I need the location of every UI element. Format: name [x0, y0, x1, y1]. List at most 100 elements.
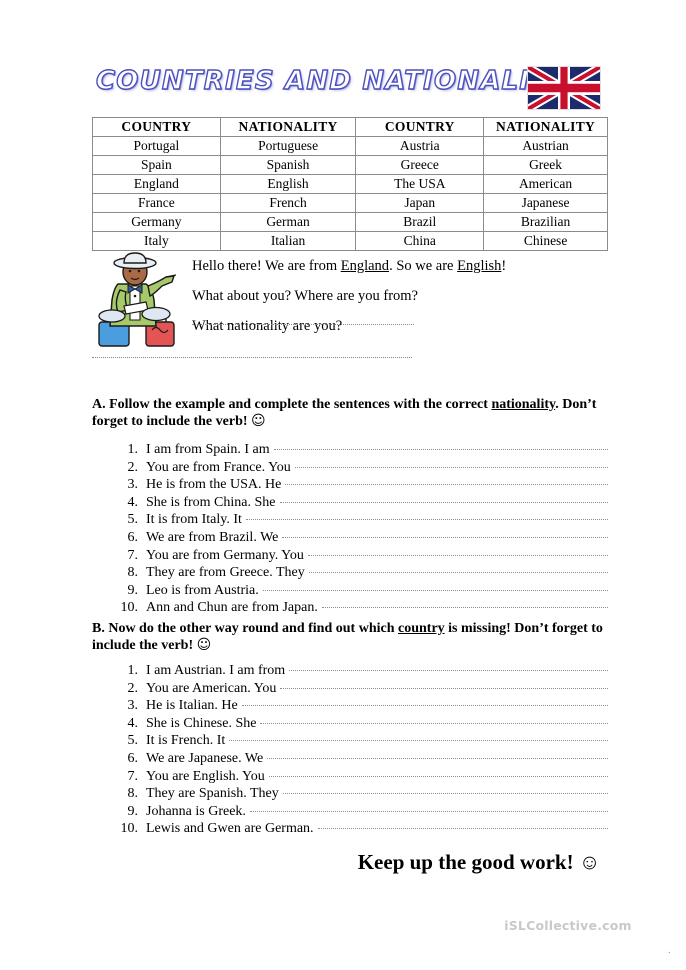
list-item: 10. Lewis and Gwen are German.	[112, 821, 608, 839]
speech-question-2: What nationality are you?	[192, 318, 343, 334]
answer-blank[interactable]	[262, 589, 608, 591]
item-text: We are from Brazil. We	[146, 529, 279, 545]
list-item: 9. Leo is from Austria.	[112, 583, 608, 601]
item-text: She is from China. She	[146, 494, 276, 510]
list-item: 6. We are Japanese. We	[112, 751, 608, 769]
cell-nationality: Japanese	[483, 193, 608, 213]
item-text: I am from Spain. I am	[146, 442, 270, 457]
greeting-country-word: England	[340, 258, 390, 274]
countries-nationalities-table-wrapper: COUNTRY NATIONALITY COUNTRY NATIONALITY …	[92, 117, 608, 251]
answer-blank[interactable]	[280, 687, 608, 689]
answer-blank[interactable]	[285, 483, 608, 486]
item-number: 9.	[127, 582, 139, 598]
item-text: Leo is from Austria.	[146, 582, 259, 598]
cell-nationality: Portuguese	[219, 136, 357, 156]
answer-blank[interactable]	[268, 775, 608, 777]
table-row: Spain Spanish Greece Greek	[92, 155, 608, 175]
item-text: You are American. You	[146, 680, 277, 696]
speech-text-block: Hello there! We are from England. So we …	[192, 258, 604, 348]
countries-nationalities-table: COUNTRY NATIONALITY COUNTRY NATIONALITY …	[92, 117, 608, 251]
answer-line-where-are-you-from[interactable]	[192, 323, 414, 325]
item-number: 10.	[120, 600, 139, 616]
answer-blank[interactable]	[260, 722, 608, 724]
item-text: It is from Italy. It	[146, 512, 242, 528]
item-number: 8.	[127, 565, 139, 581]
answer-blank[interactable]	[282, 536, 608, 538]
exercise-a-heading-pre: A. Follow the example and complete the s…	[92, 397, 492, 412]
answer-blank[interactable]	[289, 669, 608, 671]
answer-blank[interactable]	[294, 466, 608, 468]
column-header-nationality-2: NATIONALITY	[483, 117, 608, 137]
exercise-b-heading-pre: B. Now do the other way round and find o…	[92, 621, 398, 636]
table-row: France French Japan Japanese	[92, 193, 608, 213]
answer-blank[interactable]	[282, 792, 608, 795]
list-item: 3. He is from the USA. He	[112, 477, 608, 495]
answer-blank[interactable]	[308, 571, 608, 574]
greeting-nationality-word: English	[457, 258, 502, 274]
item-number: 6.	[127, 529, 139, 545]
item-text: She is Chinese. She	[146, 715, 257, 731]
list-item: 9. Johanna is Greek.	[112, 804, 608, 822]
answer-blank[interactable]	[229, 739, 608, 742]
answer-blank[interactable]	[307, 554, 608, 556]
item-number: 3.	[127, 698, 139, 714]
table-row: Germany German Brazil Brazilian	[92, 212, 608, 232]
list-item: 4. She is Chinese. She	[112, 716, 608, 734]
item-number: 7.	[127, 547, 139, 563]
column-header-country-2: COUNTRY	[355, 117, 485, 137]
item-text: It is French. It	[146, 733, 226, 749]
answer-blank[interactable]	[317, 827, 608, 830]
item-text: He is Italian. He	[146, 698, 238, 714]
column-header-country-1: COUNTRY	[92, 117, 221, 137]
item-number: 6.	[127, 750, 139, 766]
answer-blank[interactable]	[279, 501, 608, 503]
item-text: You are from France. You	[146, 459, 291, 475]
list-item: 2. You are American. You	[112, 681, 608, 699]
list-item: 8. They are Spanish. They	[112, 786, 608, 804]
item-number: 8.	[127, 786, 139, 802]
cell-nationality: American	[483, 174, 608, 194]
answer-blank[interactable]	[249, 810, 608, 812]
table-row: Italy Italian China Chinese	[92, 231, 608, 251]
cell-country: The USA	[355, 174, 485, 194]
exercise-a-heading-keyword: nationality	[491, 397, 556, 412]
item-text: Ann and Chun are from Japan.	[146, 600, 318, 616]
islcollective-watermark: iSLCollective.com	[504, 918, 632, 933]
cell-nationality: Spanish	[219, 155, 357, 175]
cell-nationality: Italian	[219, 231, 357, 251]
answer-blank[interactable]	[321, 606, 608, 609]
item-text: They are from Greece. They	[146, 565, 305, 581]
answer-blank[interactable]	[267, 757, 608, 759]
item-number: 3.	[127, 477, 139, 493]
list-item: 1. I am Austrian. I am from	[112, 663, 608, 681]
exercise-b-heading-keyword: country	[398, 621, 445, 636]
list-item: 1. I am from Spain. I am	[112, 442, 608, 460]
united-kingdom-flag-icon	[527, 66, 601, 110]
cell-country: Italy	[92, 231, 221, 251]
answer-blank[interactable]	[273, 448, 608, 450]
item-text: He is from the USA. He	[146, 477, 282, 493]
list-item: 3. He is Italian. He	[112, 698, 608, 716]
answer-line-what-nationality[interactable]	[92, 356, 412, 358]
cell-nationality: Brazilian	[483, 212, 608, 232]
item-text: I am Austrian. I am from	[146, 663, 286, 678]
exercise-b-heading: B. Now do the other way round and find o…	[92, 620, 608, 654]
cell-country: Brazil	[355, 212, 485, 232]
list-item: 4. She is from China. She	[112, 495, 608, 513]
item-text: They are Spanish. They	[146, 786, 279, 802]
item-number: 4.	[127, 715, 139, 731]
item-number: 4.	[127, 494, 139, 510]
list-item: 7. You are from Germany. You	[112, 548, 608, 566]
cell-nationality: Austrian	[483, 136, 608, 156]
greeting-end-text: !	[501, 258, 507, 274]
cell-country: Austria	[355, 136, 485, 156]
item-number: 1.	[127, 442, 139, 457]
list-item: 10. Ann and Chun are from Japan.	[112, 600, 608, 618]
item-text: We are Japanese. We	[146, 750, 264, 766]
answer-blank[interactable]	[245, 518, 608, 521]
cell-country: Greece	[355, 155, 485, 175]
item-number: 10.	[120, 821, 139, 837]
traveller-character-illustration-icon	[98, 252, 177, 347]
cell-country: France	[92, 193, 221, 213]
answer-blank[interactable]	[241, 704, 608, 707]
